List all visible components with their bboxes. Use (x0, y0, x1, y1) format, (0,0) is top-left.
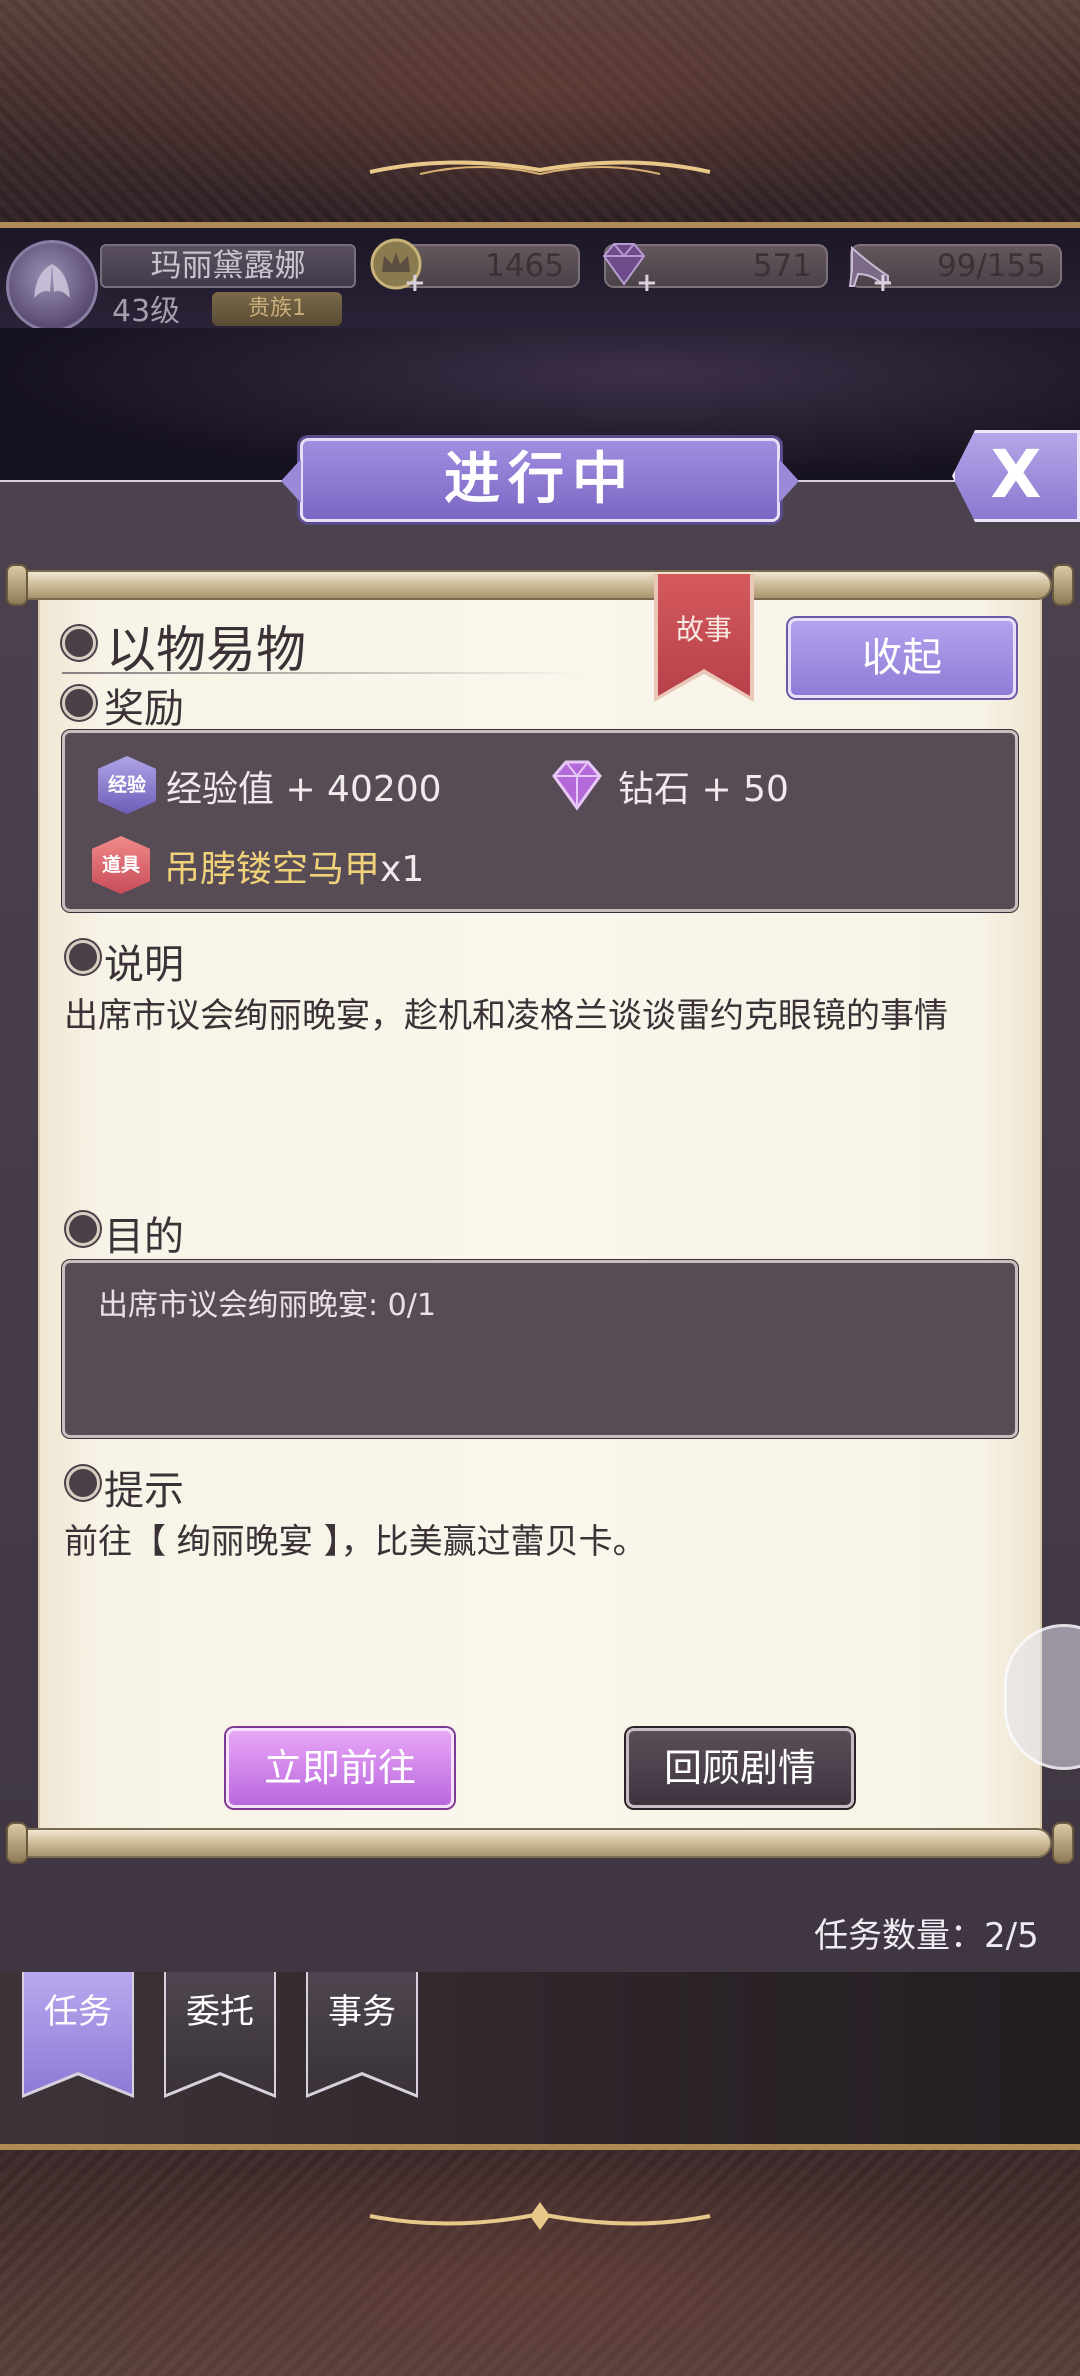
add-gold-icon[interactable]: + (404, 268, 426, 298)
hint-heading: 提示 (104, 1468, 184, 1514)
rod-cap-right-top (1052, 564, 1074, 606)
top-frame (0, 0, 1080, 228)
rod-cap-right-bottom (1052, 1822, 1074, 1864)
crown-icon (62, 626, 96, 660)
add-stamina-icon[interactable]: + (872, 268, 894, 298)
hint-text: 前往【 绚丽晚宴 】，比美赢过蕾贝卡。 (64, 1522, 647, 1562)
goal-heading: 目的 (104, 1214, 184, 1260)
reward-heading: 奖励 (104, 686, 184, 732)
player-name: 玛丽黛露娜 (100, 244, 356, 288)
close-button[interactable]: X (952, 430, 1080, 522)
goal-text: 出席市议会绚丽晚宴: 0/1 (98, 1288, 436, 1323)
collapse-button[interactable]: 收起 (788, 618, 1016, 698)
reward-icon (62, 686, 96, 720)
rod-cap-left-top (6, 564, 28, 606)
item-name: 吊脖镂空马甲 (164, 849, 381, 890)
panel-title: 进行中 (281, 438, 799, 522)
exclamation-icon (66, 1212, 100, 1246)
diamond-reward: 钻石 + 50 (618, 769, 789, 810)
wing-emblem-icon (34, 264, 70, 298)
bottom-frame (0, 2144, 1080, 2376)
review-story-button[interactable]: 回顾剧情 (626, 1728, 854, 1808)
player-level: 43级 (112, 294, 181, 329)
hint-icon (66, 1466, 100, 1500)
diamond-reward-icon (552, 760, 602, 811)
tabs-bar (0, 1972, 1080, 2144)
rod-cap-left-bottom (6, 1822, 28, 1864)
go-now-button[interactable]: 立即前往 (226, 1728, 454, 1808)
scroll-rod-bottom (14, 1828, 1052, 1858)
add-diamond-icon[interactable]: + (636, 268, 658, 298)
top-ornament-icon (369, 160, 711, 176)
bottom-ornament-icon (369, 2202, 711, 2230)
title-divider (62, 672, 582, 674)
item-reward[interactable]: 吊脖镂空马甲x1 (164, 840, 424, 892)
exp-reward: 经验值 + 40200 (166, 769, 442, 810)
player-title-badge: 贵族1 (212, 292, 342, 326)
description-heading: 说明 (104, 942, 184, 988)
item-quantity: x1 (380, 849, 425, 890)
description-text: 出席市议会绚丽晚宴，趁机和凌格兰谈谈雷约克眼镜的事情 (64, 996, 948, 1036)
task-count: 任务数量：2/5 (814, 1916, 1039, 1956)
book-icon (66, 940, 100, 974)
scroll-rod-top (14, 570, 1052, 600)
